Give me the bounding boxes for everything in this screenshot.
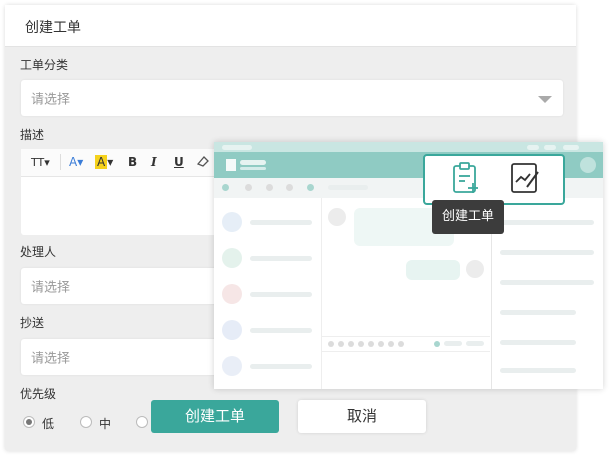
bold-button[interactable]: B [128,155,137,170]
preview-contact-list [214,198,322,389]
category-placeholder: 请选择 [31,92,71,108]
priority-low-radio[interactable] [23,416,35,428]
category-select[interactable]: 请选择 [21,80,563,116]
priority-medium-label: 中 [99,417,112,431]
edit-document-icon[interactable] [509,161,541,199]
clipboard-plus-icon[interactable] [451,161,481,199]
preview-titlebar [214,142,603,152]
preview-logo [226,159,236,171]
font-size-button[interactable]: TT▾ [31,155,50,170]
chevron-down-icon [538,96,552,103]
underline-button[interactable]: U [174,155,184,170]
category-label: 工单分类 [20,58,69,72]
ticket-action-popup [423,154,565,205]
panel-header: 创建工单 [5,5,576,47]
cc-label: 抄送 [20,316,45,330]
eraser-icon[interactable] [196,155,210,171]
description-label: 描述 [20,128,45,142]
priority-high-radio[interactable] [136,416,148,428]
panel-title: 创建工单 [25,20,81,36]
font-color-button[interactable]: A▾ [69,155,83,170]
priority-medium-radio[interactable] [80,416,92,428]
priority-label: 优先级 [20,387,57,401]
cancel-button[interactable]: 取消 [298,400,426,433]
assignee-placeholder: 请选择 [31,280,71,296]
cc-select[interactable]: 请选择 [21,339,241,375]
highlight-button[interactable]: A ▾ [95,155,113,170]
preview-side-panel [491,198,603,389]
create-ticket-button[interactable]: 创建工单 [151,400,279,433]
priority-low-label: 低 [42,417,55,431]
cc-placeholder: 请选择 [31,351,71,367]
assignee-label: 处理人 [20,245,57,259]
italic-button[interactable]: I [151,155,157,170]
toolbar-divider [60,154,61,170]
assignee-select[interactable]: 请选择 [21,268,241,304]
create-ticket-tooltip: 创建工单 [432,200,504,234]
